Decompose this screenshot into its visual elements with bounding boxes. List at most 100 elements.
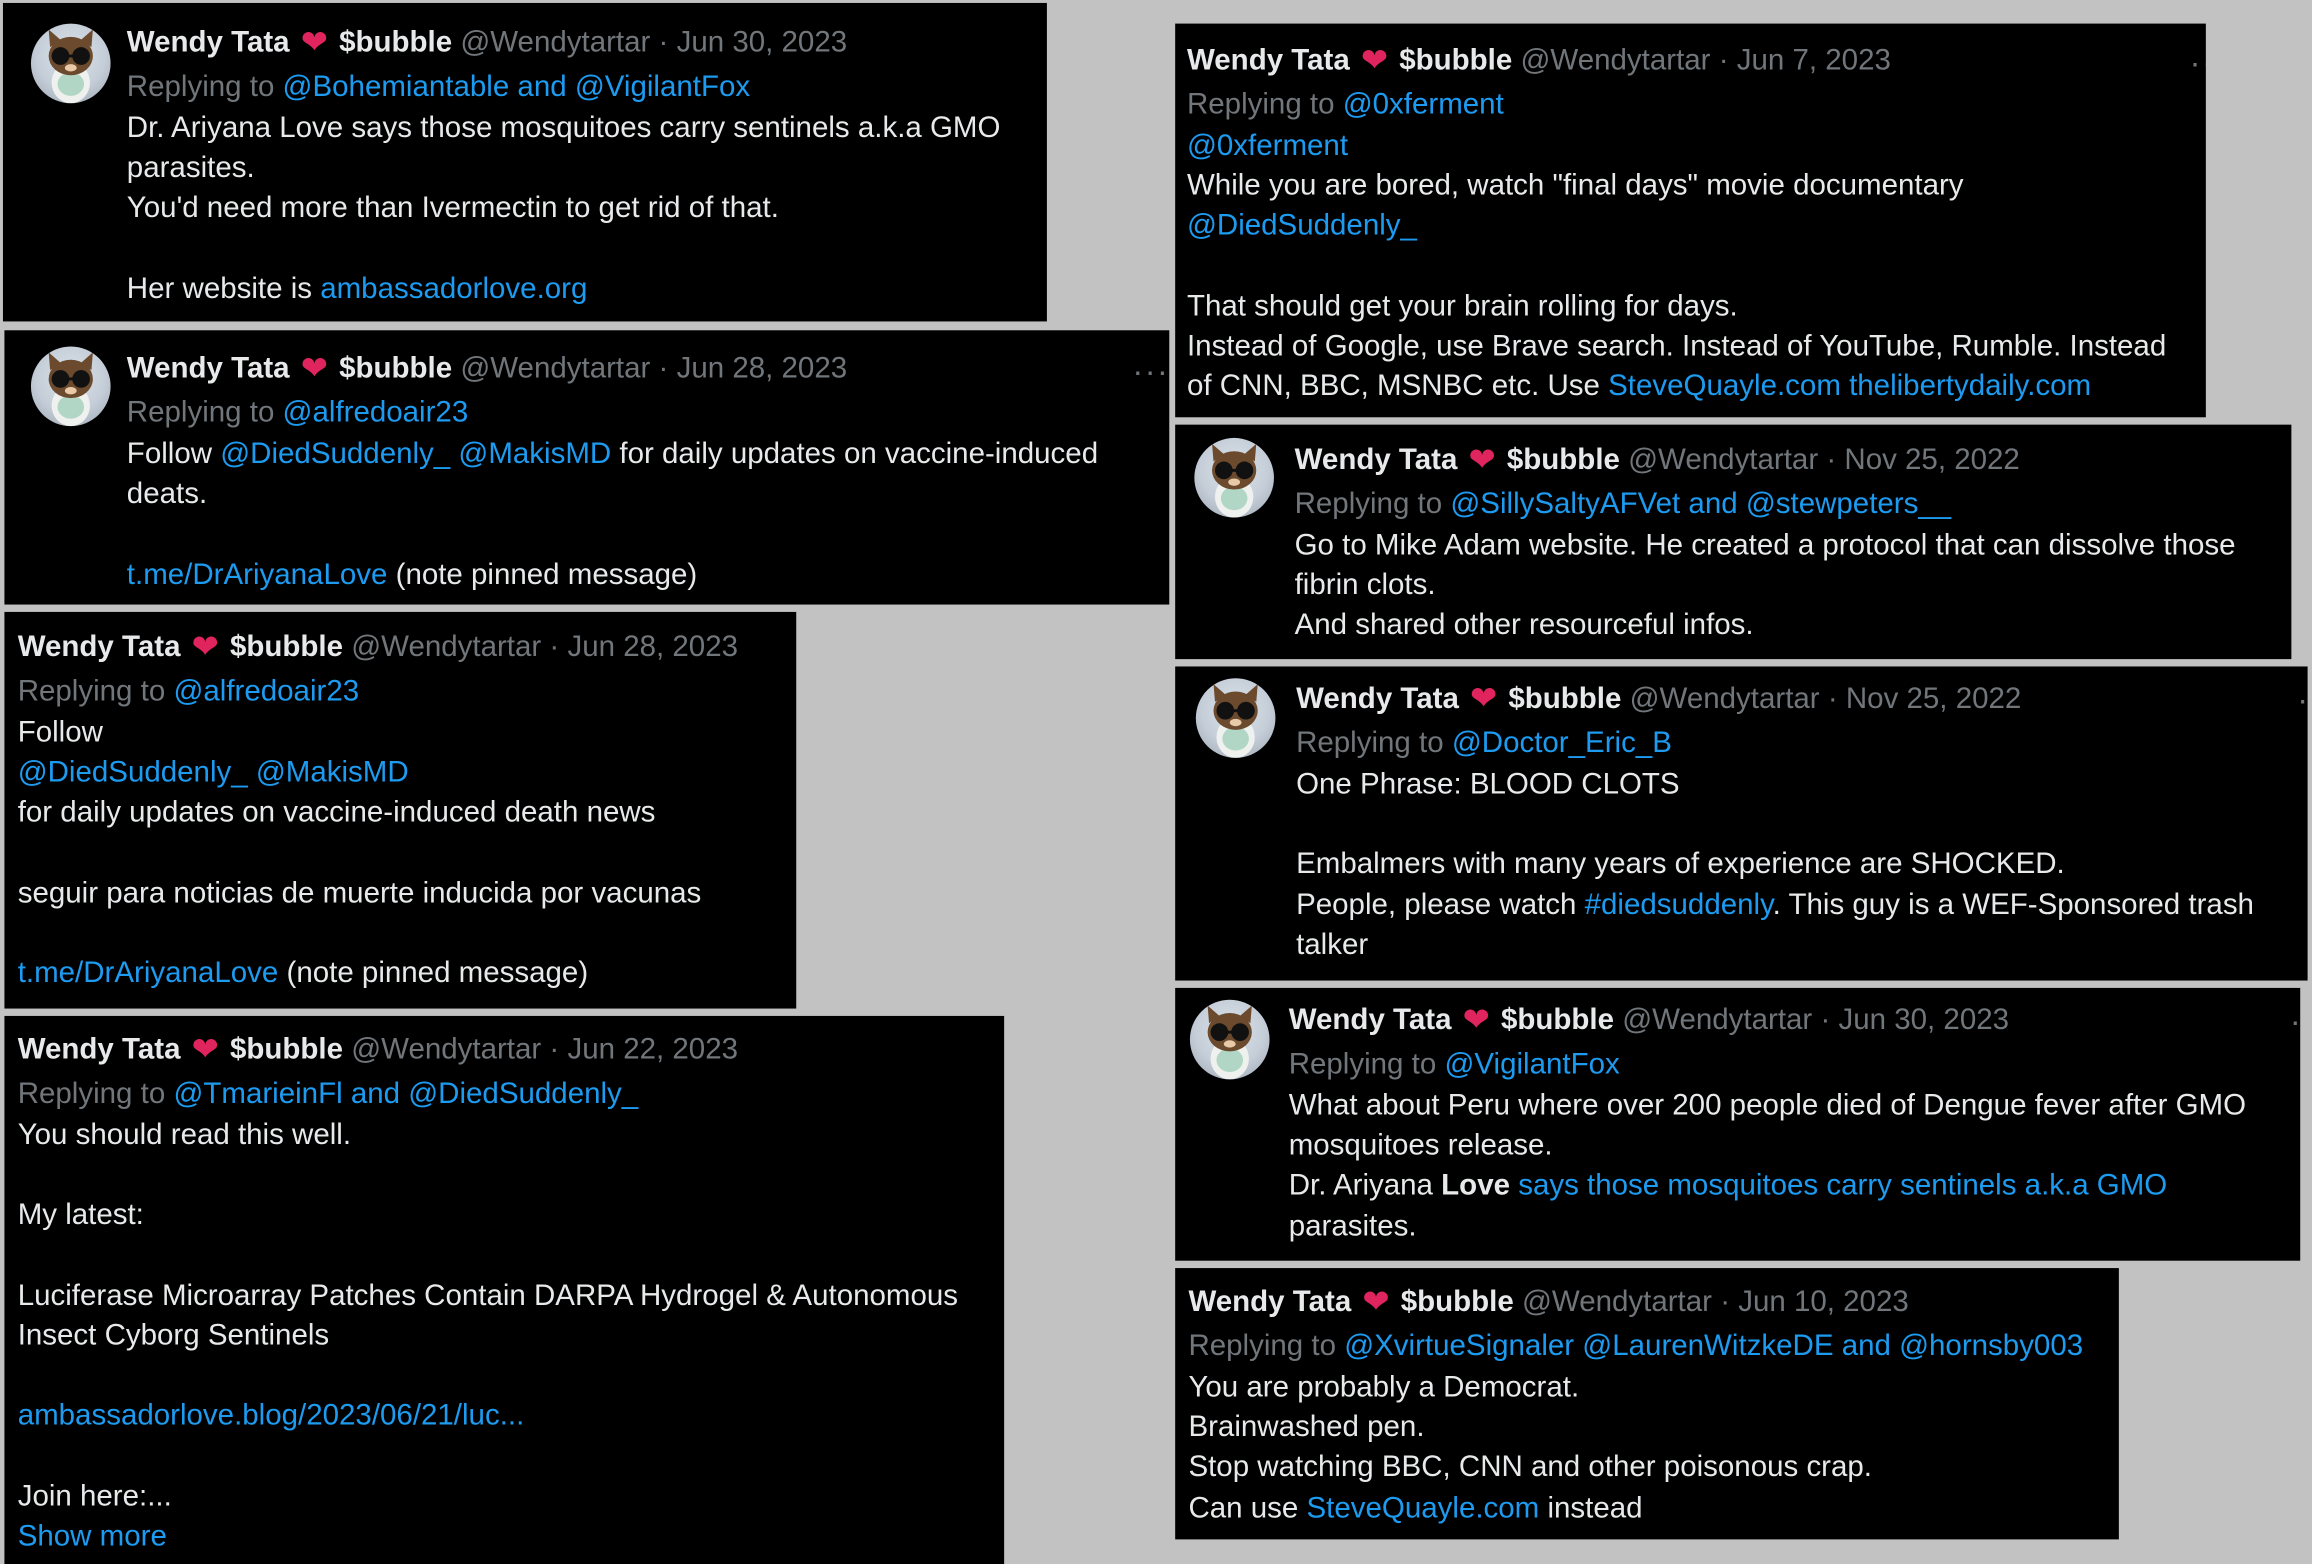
heart-icon: ❤ bbox=[300, 23, 328, 61]
show-more-link[interactable]: Show more bbox=[18, 1517, 958, 1557]
tweet-body: Wendy Tata ❤ $bubble @Wendytartar · Jun … bbox=[1289, 998, 2246, 1247]
link[interactable]: SteveQuayle.com thelibertydaily.com bbox=[1608, 370, 2091, 402]
replying-to-mentions[interactable]: @XvirtueSignaler @LaurenWitzkeDE and @ho… bbox=[1344, 1330, 2083, 1362]
heart-icon: ❤ bbox=[1462, 1001, 1490, 1039]
tweet-text-line: t.me/DrAriyanaLove (note pinned message) bbox=[127, 555, 1098, 595]
tweet-text-line: for daily updates on vaccine-induced dea… bbox=[18, 794, 738, 834]
link[interactable]: ambassadorlove.org bbox=[320, 272, 587, 304]
avatar[interactable] bbox=[30, 346, 111, 427]
text: . This guy is a WEF-Sponsored trash bbox=[1772, 888, 2254, 921]
link[interactable]: ambassadorlove.blog/2023/06/21/luc... bbox=[18, 1400, 525, 1432]
link[interactable]: #diedsuddenly bbox=[1585, 888, 1773, 920]
author-handle[interactable]: @Wendytartar bbox=[1622, 1004, 1812, 1036]
text: Her website is bbox=[126, 272, 321, 305]
author-handle[interactable]: @Wendytartar bbox=[460, 352, 650, 384]
replying-to-label: Replying to bbox=[1288, 1048, 1437, 1081]
replying-to-mentions[interactable]: @alfredoair23 bbox=[173, 675, 359, 707]
tweet-date[interactable]: Jun 30, 2023 bbox=[677, 27, 848, 59]
link[interactable]: @0xferment bbox=[1187, 130, 1348, 162]
author-name[interactable]: Wendy Tata bbox=[1187, 44, 1350, 76]
tweet-card: Wendy Tata ❤ $bubble @Wendytartar · Jun … bbox=[2, 2, 1047, 322]
more-dots-icon[interactable]: ··· bbox=[2297, 683, 2307, 715]
tweet-date[interactable]: Nov 25, 2022 bbox=[1844, 444, 2019, 476]
replying-to: Replying to @XvirtueSignaler @LaurenWitz… bbox=[1188, 1324, 2083, 1368]
author-name[interactable]: Wendy Tata bbox=[1295, 444, 1458, 476]
author-name-suffix: $bubble bbox=[1400, 1285, 1514, 1319]
tweet-date[interactable]: Jun 28, 2023 bbox=[567, 631, 738, 663]
replying-to-mentions[interactable]: @0xferment bbox=[1343, 88, 1504, 120]
more-dots-icon[interactable]: ··· bbox=[2290, 1005, 2300, 1037]
author-name[interactable]: Wendy Tata bbox=[127, 27, 290, 59]
more-dots-icon[interactable]: ··· bbox=[1132, 355, 1169, 387]
link[interactable]: says those mosquitoes carry sentinels a.… bbox=[1510, 1170, 2167, 1202]
author-handle[interactable]: @Wendytartar bbox=[1628, 444, 1818, 476]
text: What about Peru where over 200 people di… bbox=[1288, 1089, 2247, 1123]
tweet-text-line: Follow @DiedSuddenly_ @MakisMD for daily… bbox=[127, 435, 1098, 475]
author-name[interactable]: Wendy Tata bbox=[18, 1034, 181, 1066]
tweet-date[interactable]: Jun 28, 2023 bbox=[677, 352, 848, 384]
replying-to-mentions[interactable]: @TmarieinFl and @DiedSuddenly_ bbox=[173, 1078, 638, 1110]
heart-icon: ❤ bbox=[191, 1030, 219, 1068]
replying-to-mentions[interactable]: @alfredoair23 bbox=[283, 397, 469, 429]
avatar[interactable] bbox=[30, 23, 111, 104]
more-dots-icon[interactable]: ··· bbox=[2190, 46, 2206, 78]
replying-to-mentions[interactable]: @SillySaltyAFVet and @stewpeters__ bbox=[1450, 488, 1951, 520]
replying-to: Replying to @TmarieinFl and @DiedSuddenl… bbox=[18, 1072, 958, 1116]
author-name[interactable]: Wendy Tata bbox=[127, 352, 290, 384]
replying-to-mentions[interactable]: @VigilantFox bbox=[1444, 1048, 1619, 1080]
tweet-date[interactable]: Jun 10, 2023 bbox=[1738, 1286, 1909, 1318]
link[interactable]: @DiedSuddenly_ @MakisMD bbox=[220, 438, 611, 470]
tweet-date[interactable]: Jun 22, 2023 bbox=[567, 1034, 738, 1066]
tweet-text-line: @DiedSuddenly_ @MakisMD bbox=[18, 754, 738, 794]
replying-to: Replying to @0xferment bbox=[1187, 83, 2166, 127]
separator-dot: · bbox=[1718, 44, 1729, 77]
author-handle[interactable]: @Wendytartar bbox=[460, 27, 650, 59]
tweet-text-line: Follow bbox=[18, 714, 738, 754]
author-name[interactable]: Wendy Tata bbox=[1296, 683, 1459, 715]
text: talker bbox=[1296, 928, 1369, 962]
tweet-date[interactable]: Jun 7, 2023 bbox=[1737, 44, 1891, 76]
author-handle[interactable]: @Wendytartar bbox=[1522, 1286, 1712, 1318]
text: Can use bbox=[1188, 1491, 1307, 1524]
show-more-label[interactable]: Show more bbox=[18, 1520, 167, 1552]
tweet-body: Wendy Tata ❤ $bubble @Wendytartar · Nov … bbox=[1295, 438, 2236, 647]
author-handle[interactable]: @Wendytartar bbox=[1630, 683, 1820, 715]
text: You should read this well. bbox=[17, 1119, 352, 1152]
author-handle[interactable]: @Wendytartar bbox=[351, 1034, 541, 1066]
author-name[interactable]: Wendy Tata bbox=[18, 631, 181, 663]
text: parasites. bbox=[1288, 1209, 1417, 1243]
tweet-text-line: Luciferase Microarray Patches Contain DA… bbox=[18, 1277, 958, 1317]
author-handle[interactable]: @Wendytartar bbox=[1520, 44, 1710, 76]
tweet-text-line: t.me/DrAriyanaLove (note pinned message) bbox=[18, 954, 738, 994]
author-name-suffix: $bubble bbox=[1506, 443, 1620, 477]
separator-dot: · bbox=[1820, 1004, 1831, 1037]
avatar[interactable] bbox=[1194, 437, 1274, 518]
link[interactable]: t.me/DrAriyanaLove bbox=[18, 957, 279, 989]
tweet-header: Wendy Tata ❤ $bubble @Wendytartar · Jun … bbox=[1289, 998, 2246, 1042]
replying-to: Replying to @SillySaltyAFVet and @stewpe… bbox=[1295, 482, 2236, 526]
link[interactable]: t.me/DrAriyanaLove bbox=[127, 558, 388, 590]
tweet-date[interactable]: Jun 30, 2023 bbox=[1838, 1004, 2009, 1036]
screenshot-collage: Wendy Tata ❤ $bubble @Wendytartar · Jun … bbox=[0, 0, 2312, 1564]
tweet-text-line: talker bbox=[1296, 926, 2254, 966]
avatar[interactable] bbox=[1195, 678, 1276, 758]
text: of CNN, BBC, MSNBC etc. Use bbox=[1186, 370, 1609, 403]
author-handle[interactable]: @Wendytartar bbox=[351, 631, 541, 663]
link[interactable]: @DiedSuddenly_ bbox=[1187, 210, 1417, 242]
replying-to-mentions[interactable]: @Bohemiantable and @VigilantFox bbox=[283, 71, 751, 103]
replying-to-label: Replying to bbox=[1186, 88, 1335, 121]
tweet-date[interactable]: Nov 25, 2022 bbox=[1846, 683, 2021, 715]
tweet-text-line: Dr. Ariyana Love says those mosquitoes c… bbox=[127, 109, 1001, 149]
author-name[interactable]: Wendy Tata bbox=[1188, 1286, 1351, 1318]
tweet-card: Wendy Tata ❤ $bubble @Wendytartar · Jun … bbox=[4, 1015, 1005, 1564]
author-name[interactable]: Wendy Tata bbox=[1289, 1004, 1452, 1036]
replying-to: Replying to @Doctor_Eric_B bbox=[1296, 721, 2254, 765]
link[interactable]: SteveQuayle.com bbox=[1306, 1492, 1539, 1524]
link[interactable]: @DiedSuddenly_ @MakisMD bbox=[18, 757, 409, 789]
avatar[interactable] bbox=[1189, 999, 1270, 1080]
replying-to-mentions[interactable]: @Doctor_Eric_B bbox=[1452, 727, 1672, 759]
